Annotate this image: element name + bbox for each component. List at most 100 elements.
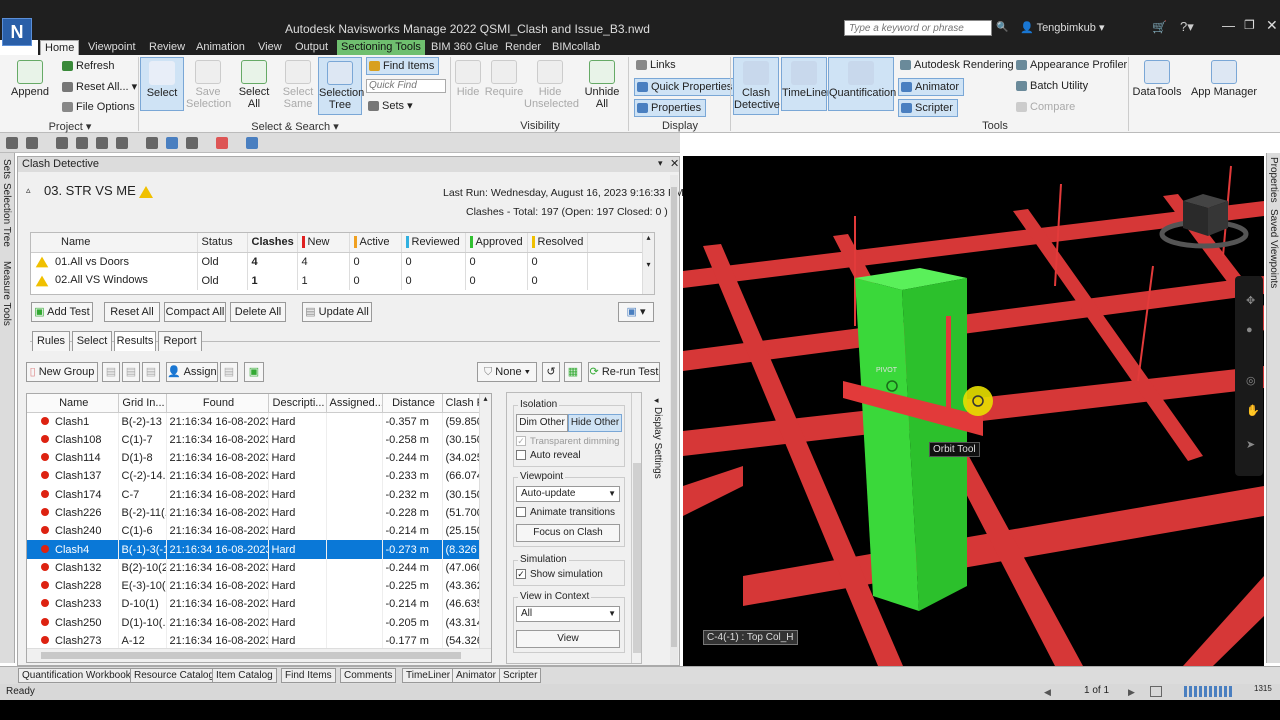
- clash-result-row[interactable]: Clash233 D-10(1) 21:16:34 16-08-2023 Hard -0…: [27, 595, 483, 614]
- sort-icon-button[interactable]: ▦: [564, 362, 582, 382]
- context-select[interactable]: All ▼: [516, 606, 620, 622]
- cart-icon[interactable]: 🛒: [1152, 20, 1167, 34]
- select-cursor-icon[interactable]: [166, 137, 178, 149]
- tab-quantification-workbook[interactable]: Quantification Workbook: [18, 668, 135, 683]
- results-hscrollbar[interactable]: [27, 648, 491, 662]
- clash-result-row[interactable]: Clash174 C-7 21:16:34 16-08-2023 Hard -0.232…: [27, 485, 483, 504]
- display-settings-toggle[interactable]: Display Settings: [652, 407, 663, 479]
- selection-tree-button[interactable]: Selection Tree: [318, 57, 364, 115]
- tab-bim360-glue[interactable]: BIM 360 Glue: [427, 40, 502, 55]
- comment-icon-button[interactable]: ▣: [244, 362, 264, 382]
- tab-sectioning-tools[interactable]: Sectioning Tools: [337, 40, 425, 55]
- new-icon[interactable]: [6, 137, 18, 149]
- clash-result-row[interactable]: Clash250 D(1)-10(...21:16:34 16-08-2023Ha…: [27, 613, 483, 632]
- links-button[interactable]: Links: [634, 57, 676, 73]
- col-found[interactable]: Found: [166, 394, 269, 413]
- hide-unselected-button[interactable]: Hide Unselected: [524, 60, 579, 110]
- help-icon[interactable]: ?▾: [1180, 19, 1194, 35]
- tab-home[interactable]: Home: [40, 40, 80, 55]
- reset-all-button[interactable]: Reset All... ▾: [60, 79, 137, 95]
- panel-scrollbar[interactable]: [670, 175, 678, 665]
- app-logo-button[interactable]: N: [2, 18, 32, 46]
- search-icon[interactable]: 🔍: [996, 22, 1008, 33]
- prev-sheet-icon[interactable]: ◀: [1044, 687, 1051, 698]
- append-button[interactable]: Append: [8, 60, 52, 98]
- autodesk-rendering-button[interactable]: Autodesk Rendering: [898, 57, 1014, 73]
- quick-find-input[interactable]: Quick Find: [366, 79, 446, 93]
- delete-all-button[interactable]: Delete All: [230, 302, 286, 322]
- undo-icon[interactable]: [96, 137, 108, 149]
- col-clashes[interactable]: Clashes: [247, 233, 298, 253]
- quantification-button[interactable]: Quantification: [828, 57, 896, 111]
- tab-select[interactable]: Select: [72, 331, 112, 351]
- maximize-icon[interactable]: ❐: [1244, 18, 1255, 32]
- expand-icon[interactable]: ◂: [654, 395, 659, 406]
- display-scroll-thumb[interactable]: [633, 463, 641, 653]
- user-account[interactable]: 👤 Tengbimkub ▾: [1020, 21, 1104, 34]
- col-distance[interactable]: Distance: [382, 394, 443, 413]
- group-project[interactable]: Project ▾: [40, 120, 100, 133]
- hscroll-thumb[interactable]: [41, 652, 461, 659]
- reset-filter-icon-button[interactable]: ↺: [542, 362, 560, 382]
- rerun-test-button[interactable]: ⟳ Re-run Test: [588, 362, 660, 382]
- app-manager-button[interactable]: App Manager: [1190, 60, 1258, 98]
- close-icon[interactable]: ✕: [1266, 17, 1278, 34]
- test-row[interactable]: 02.All VS Windows Old 1 1 0 0 0 0: [31, 271, 643, 290]
- update-all-button[interactable]: ▤ Update All: [302, 302, 372, 322]
- 3d-viewport[interactable]: PIVOT Orbit Tool C-4(-1) : Top Col_H ✥ ●…: [683, 156, 1264, 666]
- hide-other-button[interactable]: Hide Other: [568, 414, 622, 432]
- close-file-icon[interactable]: [216, 137, 228, 149]
- col-grid[interactable]: Grid In...: [118, 394, 167, 413]
- group-select-search[interactable]: Select & Search ▾: [250, 120, 340, 133]
- col-active[interactable]: Active: [349, 233, 402, 253]
- export-dropdown-button[interactable]: ▣ ▾: [618, 302, 654, 322]
- clash-result-row[interactable]: Clash1 B(-2)-13 21:16:34 16-08-2023 Hard -0.…: [27, 412, 483, 431]
- clash-result-row[interactable]: Clash226 B(-2)-11(...21:16:34 16-08-2023H…: [27, 503, 483, 523]
- animator-button[interactable]: Animator: [898, 78, 965, 96]
- col-reviewed[interactable]: Reviewed: [401, 233, 466, 253]
- transparent-dimming-checkbox[interactable]: ✓ Transparent dimming: [516, 436, 619, 447]
- clash-result-row[interactable]: Clash4 B(-1)-3(-1)21:16:34 16-08-2023Hard…: [27, 540, 483, 559]
- tab-animator[interactable]: Animator: [452, 668, 501, 683]
- side-tab-properties[interactable]: Properties: [1268, 157, 1279, 203]
- next-sheet-icon[interactable]: ▶: [1128, 687, 1135, 698]
- tests-scrollbar[interactable]: ▴ ▾: [642, 233, 654, 294]
- orbit-icon[interactable]: ◎: [1246, 374, 1256, 387]
- focus-on-clash-button[interactable]: Focus on Clash: [516, 524, 620, 542]
- tab-scripter[interactable]: Scripter: [499, 668, 542, 683]
- pan-icon[interactable]: ✥: [1246, 294, 1255, 307]
- refresh-button[interactable]: Refresh: [60, 58, 115, 74]
- col-assigned[interactable]: Assigned...: [326, 394, 383, 413]
- auto-reveal-checkbox[interactable]: Auto reveal: [516, 450, 581, 461]
- side-tab-saved-viewpoints[interactable]: Saved Viewpoints: [1268, 209, 1279, 288]
- clash-result-row[interactable]: Clash137 C(-2)-14...21:16:34 16-08-2023Ha…: [27, 467, 483, 486]
- help-search-input[interactable]: [844, 20, 992, 36]
- clash-detective-button[interactable]: Clash Detective: [733, 57, 780, 115]
- status-filter-dropdown[interactable]: ⛉ None ▾: [477, 362, 537, 382]
- new-group-button[interactable]: ▯ New Group: [26, 362, 98, 382]
- save-icon[interactable]: [56, 137, 68, 149]
- clash-result-row[interactable]: Clash114 D(1)-8 21:16:34 16-08-2023 Hard -0.…: [27, 448, 483, 468]
- add-test-button[interactable]: ▣ Add Test: [31, 302, 93, 322]
- assign-button[interactable]: 👤 Assign: [166, 362, 218, 382]
- clash-result-row[interactable]: Clash228 E(-3)-10(...21:16:34 16-08-2023H…: [27, 576, 483, 596]
- col-clash-point[interactable]: Clash P...: [442, 394, 483, 413]
- clash-result-row[interactable]: Clash240 C(1)-6 21:16:34 16-08-2023 Hard -0.…: [27, 522, 483, 541]
- group-icon-button[interactable]: ▤: [102, 362, 120, 382]
- select-all-button[interactable]: Select All: [233, 60, 275, 110]
- tab-output[interactable]: Output: [291, 40, 332, 55]
- refresh-icon[interactable]: [146, 137, 158, 149]
- tab-bimcollab[interactable]: BIMcollab: [548, 40, 604, 55]
- col-description[interactable]: Descripti...: [268, 394, 327, 413]
- results-vscrollbar[interactable]: ▴: [479, 394, 491, 648]
- hide-button[interactable]: Hide: [452, 60, 484, 98]
- pin-icon[interactable]: ▾: [658, 158, 663, 169]
- ungroup-icon-button[interactable]: ▤: [122, 362, 140, 382]
- dim-other-button[interactable]: Dim Other: [516, 414, 568, 432]
- tab-comments[interactable]: Comments: [340, 668, 397, 683]
- tab-timeliner[interactable]: TimeLiner: [402, 668, 455, 683]
- unassign-icon-button[interactable]: ▤: [220, 362, 238, 382]
- col-name[interactable]: Name: [27, 394, 119, 413]
- compare-button[interactable]: Compare: [1014, 99, 1075, 115]
- properties-button[interactable]: Properties: [634, 99, 707, 117]
